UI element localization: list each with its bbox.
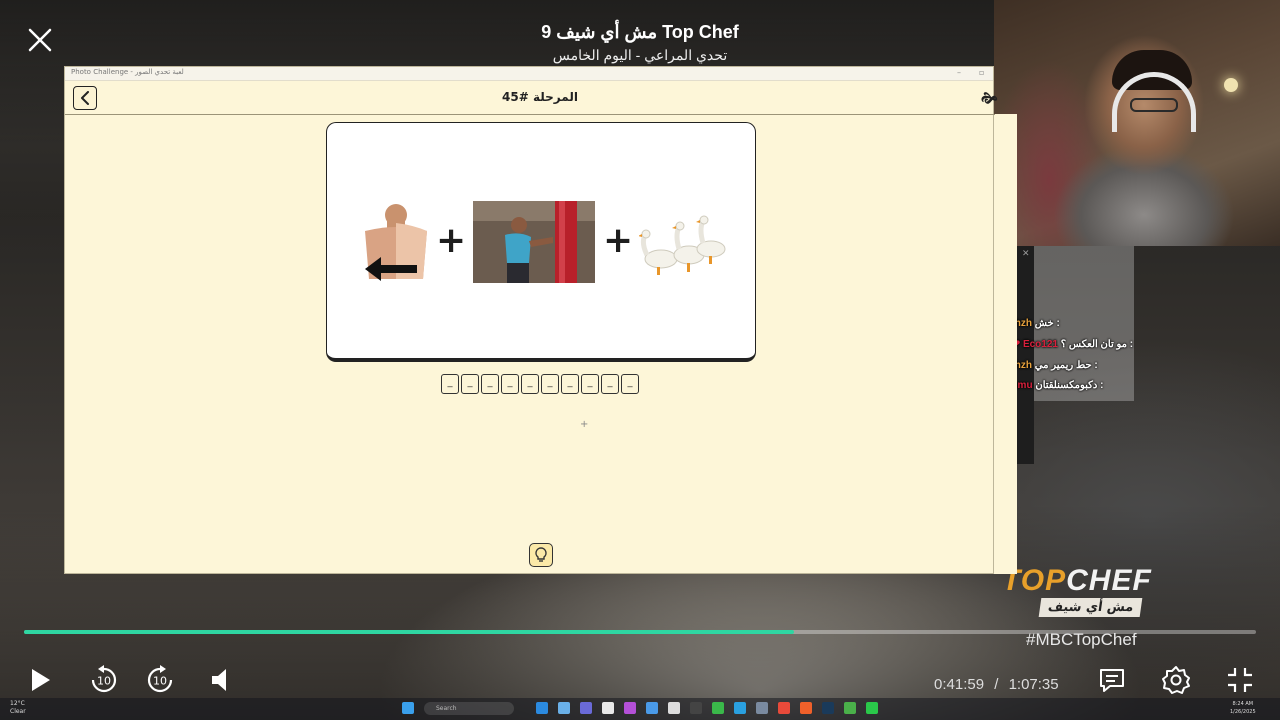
glasses <box>1130 98 1178 112</box>
play-button[interactable] <box>24 664 56 696</box>
mouse-cursor: + <box>580 419 589 430</box>
xbox-icon[interactable] <box>712 702 724 714</box>
temperature: 12°C <box>10 700 25 707</box>
window-title: Photo Challenge - لعبة تحدي الصور <box>71 68 184 76</box>
answer-slot[interactable]: _ <box>501 374 519 394</box>
start-icon[interactable] <box>402 702 414 714</box>
app-icon[interactable] <box>646 702 658 714</box>
app-icon[interactable] <box>866 702 878 714</box>
chat-text: دكبومكسنلقتان : <box>1035 380 1104 391</box>
skip-forward-label: 10 <box>153 675 167 688</box>
gear-icon <box>1162 666 1190 694</box>
speaker-icon <box>212 669 226 691</box>
lamp-light <box>1224 78 1238 92</box>
chevron-left-icon <box>81 91 89 105</box>
app-icon[interactable] <box>602 702 614 714</box>
app-icon[interactable] <box>558 702 570 714</box>
game-logo-icon: 🙞 <box>981 89 998 107</box>
answer-slot[interactable]: _ <box>441 374 459 394</box>
geese-image <box>639 215 726 275</box>
fullscreen-button[interactable] <box>1224 664 1256 696</box>
chat-text: حط ريمير مي : <box>1034 360 1098 371</box>
answer-slot[interactable]: _ <box>561 374 579 394</box>
system-clock[interactable]: 8:24 AM 1/26/2025 <box>1230 700 1256 716</box>
answer-slot[interactable]: _ <box>541 374 559 394</box>
boxing-image <box>473 201 595 283</box>
chrome-icon[interactable] <box>778 702 790 714</box>
skip-back-button[interactable]: 10 <box>88 664 120 696</box>
video-title-block: Top Chef مش أي شيف 9 تحدي المراعي - اليو… <box>460 22 820 64</box>
chat-username: Eco121 <box>1022 339 1058 350</box>
weather-condition: Clear <box>10 708 26 715</box>
volume-button[interactable] <box>204 664 236 696</box>
app-icon[interactable] <box>624 702 636 714</box>
total-duration: 1:07:35 <box>1008 676 1059 693</box>
answer-slot[interactable]: _ <box>581 374 599 394</box>
chat-message: ❤ Eco121 مو تان العكس ؟ : <box>997 339 1133 350</box>
skip-back-label: 10 <box>97 675 111 688</box>
captions-icon <box>1100 669 1124 692</box>
top-chef-logo: TOPCHEF مش أي شيف <box>1002 564 1202 617</box>
maximize-icon[interactable]: ▫ <box>979 68 984 77</box>
app-icon[interactable] <box>756 702 768 714</box>
steam-icon[interactable] <box>822 702 834 714</box>
os-taskbar: 12°C Clear Search 8:24 AM 1/26/2025 <box>0 698 1280 720</box>
answer-slot[interactable]: _ <box>481 374 499 394</box>
puzzle-card: + + <box>326 122 756 362</box>
chat-close-icon[interactable]: ✕ <box>1022 249 1030 259</box>
weather-widget[interactable]: 12°C Clear <box>10 700 26 716</box>
plus-sign: + <box>603 220 634 261</box>
time-separator: / <box>994 676 999 693</box>
answer-slot[interactable]: _ <box>601 374 619 394</box>
close-icon <box>28 28 52 52</box>
video-subtitle: تحدي المراعي - اليوم الخامس <box>552 47 728 63</box>
game-window: Photo Challenge - لعبة تحدي الصور – ▫ ال… <box>64 66 998 574</box>
progress-fill <box>24 630 794 634</box>
forward-10-icon: 10 <box>147 665 173 693</box>
clock-time: 8:24 AM <box>1232 701 1254 707</box>
clock-date: 1/26/2025 <box>1230 709 1256 715</box>
answer-slot[interactable]: _ <box>621 374 639 394</box>
app-window-edge <box>994 114 1017 574</box>
chat-scroll-strip <box>1016 246 1034 464</box>
back-button[interactable] <box>73 86 97 110</box>
level-title: المرحلة #45 <box>502 90 578 104</box>
app-icon[interactable] <box>668 702 680 714</box>
app-icon[interactable] <box>690 702 702 714</box>
answer-slot[interactable]: _ <box>521 374 539 394</box>
elapsed-time: 0:41:59 <box>934 676 985 693</box>
skip-forward-button[interactable]: 10 <box>144 664 176 696</box>
taskbar-search[interactable]: Search <box>424 702 514 715</box>
edge-icon[interactable] <box>536 702 548 714</box>
minecraft-icon[interactable] <box>844 702 856 714</box>
play-icon <box>32 669 50 691</box>
logo-arabic-text: مش أي شيف <box>1038 598 1143 617</box>
time-display: 0:41:59 / 1:07:35 <box>934 676 1059 693</box>
brave-icon[interactable] <box>800 702 812 714</box>
lightbulb-icon <box>535 547 547 562</box>
video-title: Top Chef مش أي شيف 9 <box>541 22 739 42</box>
answer-slots: _ _ _ _ _ _ _ _ _ _ <box>441 374 639 394</box>
torso-image <box>365 204 427 281</box>
minimize-icon[interactable]: – <box>957 68 961 77</box>
chat-text: مو تان العكس ؟ : <box>1060 339 1134 350</box>
settings-button[interactable] <box>1160 664 1192 696</box>
progress-bar[interactable] <box>24 630 1256 634</box>
window-titlebar: Photo Challenge - لعبة تحدي الصور – ▫ <box>65 67 993 81</box>
subtitles-button[interactable] <box>1096 664 1128 696</box>
logo-chef-text: CHEF <box>1066 564 1152 597</box>
close-player-button[interactable] <box>26 26 54 54</box>
fullscreen-exit-icon <box>1228 668 1252 692</box>
app-icon[interactable] <box>580 702 592 714</box>
hint-button[interactable] <box>529 543 553 567</box>
telegram-icon[interactable] <box>734 702 746 714</box>
answer-slot[interactable]: _ <box>461 374 479 394</box>
rewind-10-icon: 10 <box>91 665 117 693</box>
webcam-overlay <box>994 0 1280 246</box>
plus-sign: + <box>436 220 467 261</box>
game-header: المرحلة #45 🙞 <box>65 81 998 115</box>
chat-text: خش : <box>1034 318 1060 329</box>
